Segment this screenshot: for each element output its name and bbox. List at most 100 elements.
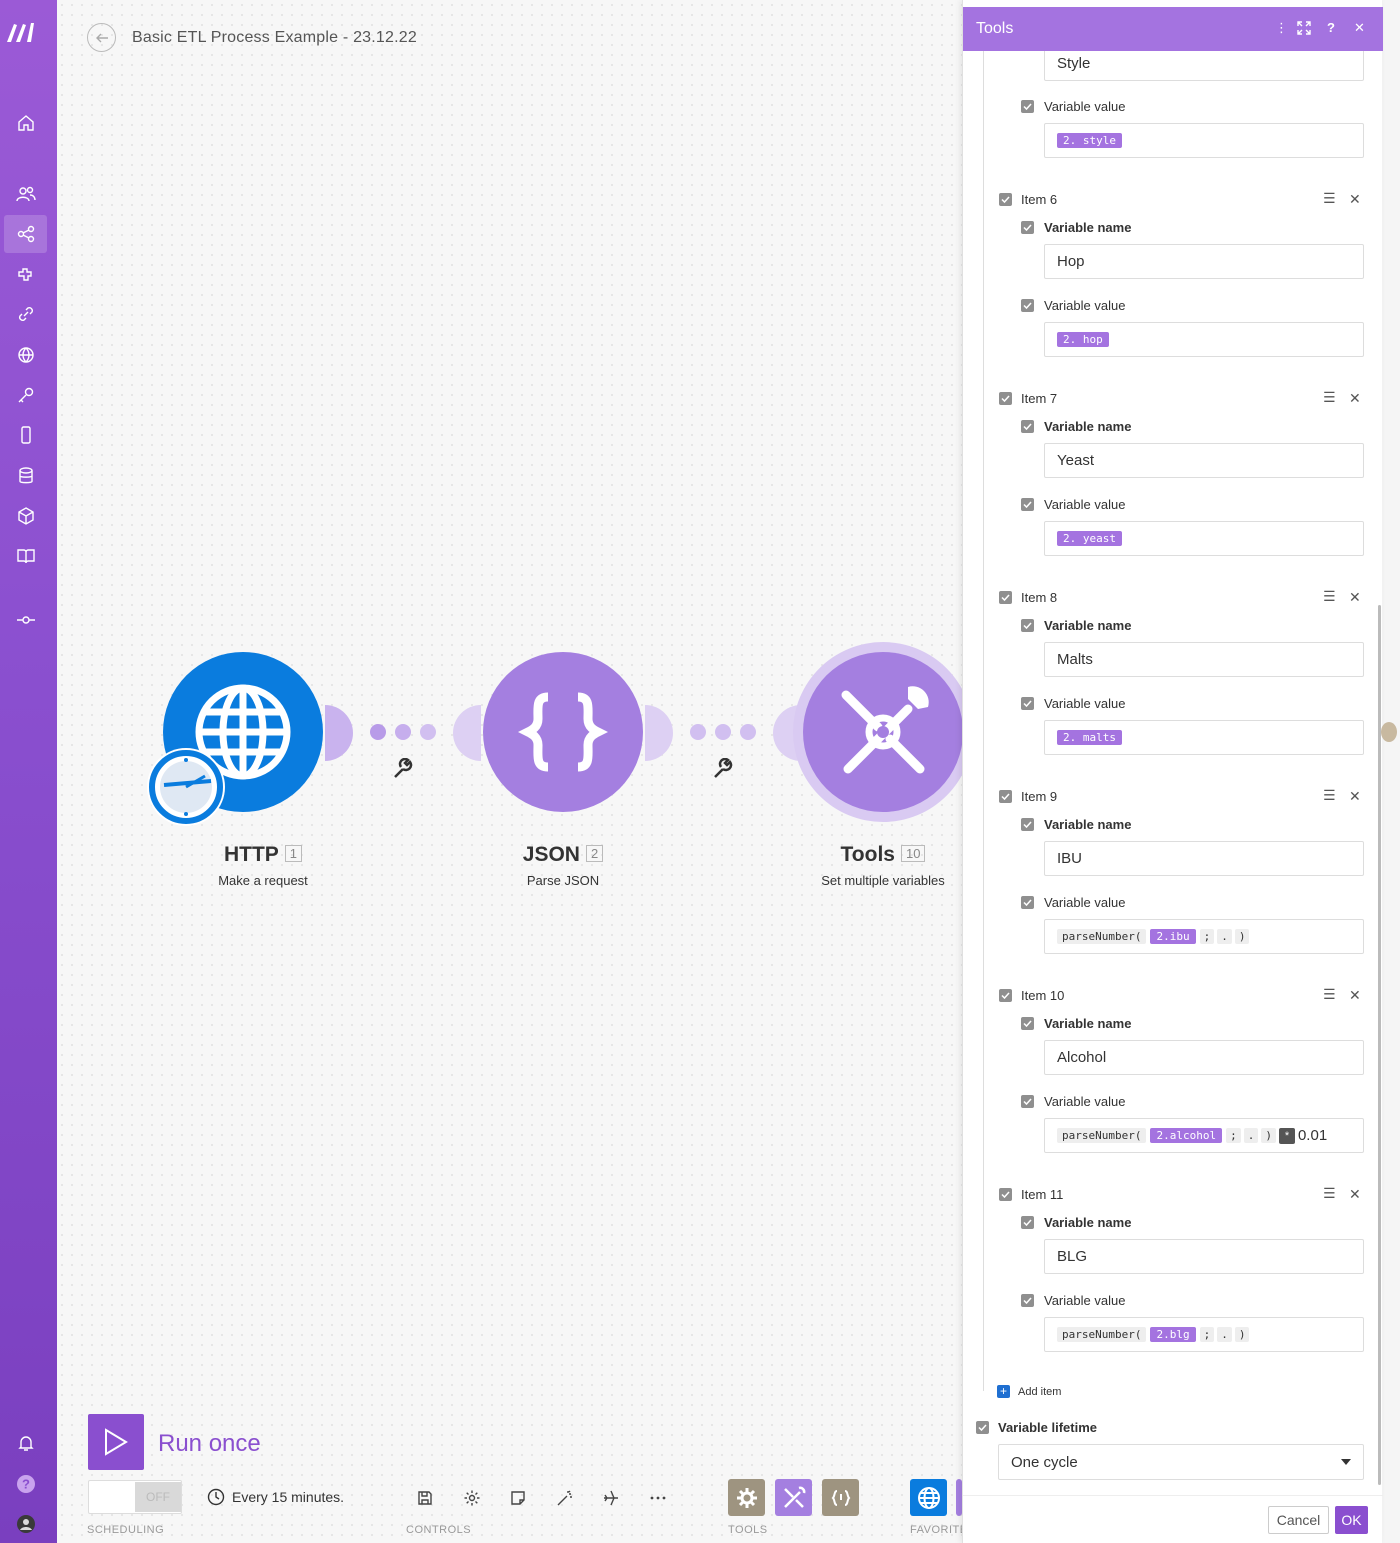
run-once-button[interactable]	[88, 1414, 144, 1470]
remove-item-icon[interactable]: ✕	[1349, 788, 1361, 805]
item-checkbox[interactable]	[999, 193, 1012, 206]
help-icon[interactable]: ?	[4, 1465, 47, 1503]
variable-value-field[interactable]: 2. yeast	[1044, 521, 1364, 556]
remove-item-icon[interactable]: ✕	[1349, 191, 1361, 208]
team-icon[interactable]	[4, 175, 47, 213]
route-settings-wrench-icon[interactable]	[392, 758, 414, 780]
data-structures-icon[interactable]	[4, 497, 47, 535]
remove-item-icon[interactable]: ✕	[1349, 390, 1361, 407]
separator-token[interactable]: .	[1217, 1327, 1232, 1342]
separator-token[interactable]: .	[1217, 929, 1232, 944]
docs-icon[interactable]	[4, 537, 47, 575]
back-button[interactable]	[87, 23, 116, 52]
more-options-icon[interactable]	[647, 1487, 669, 1509]
scheduling-toggle[interactable]: OFF	[88, 1480, 182, 1514]
keys-icon[interactable]	[4, 376, 47, 414]
devices-icon[interactable]	[4, 416, 47, 454]
variable-value-checkbox[interactable]	[1021, 697, 1034, 710]
notes-icon[interactable]	[507, 1487, 529, 1509]
scenario-title[interactable]: Basic ETL Process Example - 23.12.22	[132, 29, 417, 47]
add-item-button[interactable]: + Add item	[997, 1385, 1061, 1398]
remove-item-icon[interactable]: ✕	[1349, 987, 1361, 1004]
variable-value-field[interactable]: parseNumber(2.alcohol;.) * 0.01	[1044, 1118, 1364, 1153]
http-module[interactable]: HTTP 1 Make a request	[143, 640, 383, 900]
item-checkbox[interactable]	[999, 1188, 1012, 1201]
run-once-label[interactable]: Run once	[158, 1430, 261, 1458]
data-stores-icon[interactable]	[4, 457, 47, 495]
variable-name-checkbox[interactable]	[1021, 619, 1034, 632]
variable-name-field[interactable]: Style	[1044, 51, 1364, 81]
route-settings-wrench-icon[interactable]	[712, 758, 734, 780]
reorder-handle-icon[interactable]: ☰	[1323, 588, 1336, 605]
close-paren-token[interactable]: )	[1234, 1327, 1250, 1342]
webhooks-icon[interactable]	[4, 336, 47, 374]
mapped-value-pill[interactable]: 2. malts	[1057, 730, 1122, 745]
separator-token[interactable]: ;	[1226, 1128, 1241, 1143]
tools-module[interactable]: Tools 10 Set multiple variables	[763, 640, 962, 900]
tools-flow-control-icon[interactable]	[728, 1479, 765, 1516]
separator-token[interactable]: ;	[1199, 929, 1215, 944]
cancel-button[interactable]: Cancel	[1268, 1506, 1329, 1534]
variable-value-field[interactable]: parseNumber(2.blg;.)	[1044, 1317, 1364, 1352]
profile-icon[interactable]	[4, 1505, 47, 1543]
panel-body[interactable]: Style Variable value 2. style Item 6 ☰ ✕ Va…	[963, 51, 1383, 1491]
panel-close-icon[interactable]: ✕	[1354, 20, 1365, 36]
variable-value-checkbox[interactable]	[1021, 1294, 1034, 1307]
variable-lifetime-select[interactable]: One cycle	[998, 1444, 1364, 1480]
settings-gear-icon[interactable]	[461, 1487, 483, 1509]
function-token[interactable]: parseNumber(	[1057, 929, 1147, 944]
panel-scrollbar[interactable]	[1378, 605, 1381, 1485]
variable-lifetime-checkbox[interactable]	[976, 1421, 989, 1434]
explain-flow-plane-icon[interactable]	[600, 1487, 622, 1509]
schedule-clock-badge[interactable]	[147, 748, 225, 826]
auto-align-wand-icon[interactable]	[554, 1487, 576, 1509]
mapped-value-pill[interactable]: 2. style	[1057, 133, 1122, 148]
mapped-value-pill[interactable]: 2.blg	[1150, 1327, 1196, 1342]
close-paren-token[interactable]: )	[1234, 929, 1250, 944]
variable-value-checkbox[interactable]	[1021, 100, 1034, 113]
item-checkbox[interactable]	[999, 392, 1012, 405]
item-checkbox[interactable]	[999, 790, 1012, 803]
variable-name-checkbox[interactable]	[1021, 1017, 1034, 1030]
schedule-setting[interactable]: Every 15 minutes.	[207, 1488, 344, 1506]
separator-token[interactable]: .	[1243, 1128, 1259, 1143]
variable-name-checkbox[interactable]	[1021, 420, 1034, 433]
variable-name-checkbox[interactable]	[1021, 221, 1034, 234]
variable-name-field[interactable]: Yeast	[1044, 443, 1364, 478]
canvas-edge-handle[interactable]	[1381, 722, 1397, 742]
variable-value-field[interactable]: 2. style	[1044, 123, 1364, 158]
favorite-http-icon[interactable]	[910, 1479, 947, 1516]
tools-text-parser-icon[interactable]	[822, 1479, 859, 1516]
remove-item-icon[interactable]: ✕	[1349, 1186, 1361, 1203]
variable-value-checkbox[interactable]	[1021, 299, 1034, 312]
templates-icon[interactable]	[4, 256, 47, 294]
json-module[interactable]: JSON 2 Parse JSON	[443, 640, 683, 900]
variable-name-field[interactable]: Alcohol	[1044, 1040, 1364, 1075]
remove-item-icon[interactable]: ✕	[1349, 589, 1361, 606]
variable-name-field[interactable]: IBU	[1044, 841, 1364, 876]
variable-name-checkbox[interactable]	[1021, 1216, 1034, 1229]
variable-value-field[interactable]: 2. hop	[1044, 322, 1364, 357]
variable-value-field[interactable]: parseNumber(2.ibu;.)	[1044, 919, 1364, 954]
reorder-handle-icon[interactable]: ☰	[1323, 1185, 1336, 1202]
panel-help-icon[interactable]: ?	[1327, 20, 1335, 35]
home-icon[interactable]	[4, 104, 47, 142]
item-checkbox[interactable]	[999, 989, 1012, 1002]
variable-name-field[interactable]: Hop	[1044, 244, 1364, 279]
notifications-icon[interactable]	[4, 1424, 47, 1462]
close-paren-token[interactable]: )	[1261, 1128, 1276, 1143]
function-token[interactable]: parseNumber(	[1057, 1128, 1147, 1143]
expand-icon[interactable]	[1297, 21, 1311, 35]
save-icon[interactable]	[414, 1487, 436, 1509]
mapped-value-pill[interactable]: 2.alcohol	[1150, 1128, 1223, 1143]
mapped-value-pill[interactable]: 2. yeast	[1057, 531, 1122, 546]
mapped-value-pill[interactable]: 2. hop	[1057, 332, 1109, 347]
make-logo[interactable]	[5, 20, 39, 44]
connections-icon[interactable]	[4, 295, 47, 333]
scenarios-icon[interactable]	[4, 215, 47, 253]
reorder-handle-icon[interactable]: ☰	[1323, 389, 1336, 406]
variable-value-checkbox[interactable]	[1021, 896, 1034, 909]
timeline-icon[interactable]	[4, 601, 47, 639]
tools-tools-icon[interactable]	[775, 1479, 812, 1516]
ok-button[interactable]: OK	[1335, 1506, 1368, 1534]
